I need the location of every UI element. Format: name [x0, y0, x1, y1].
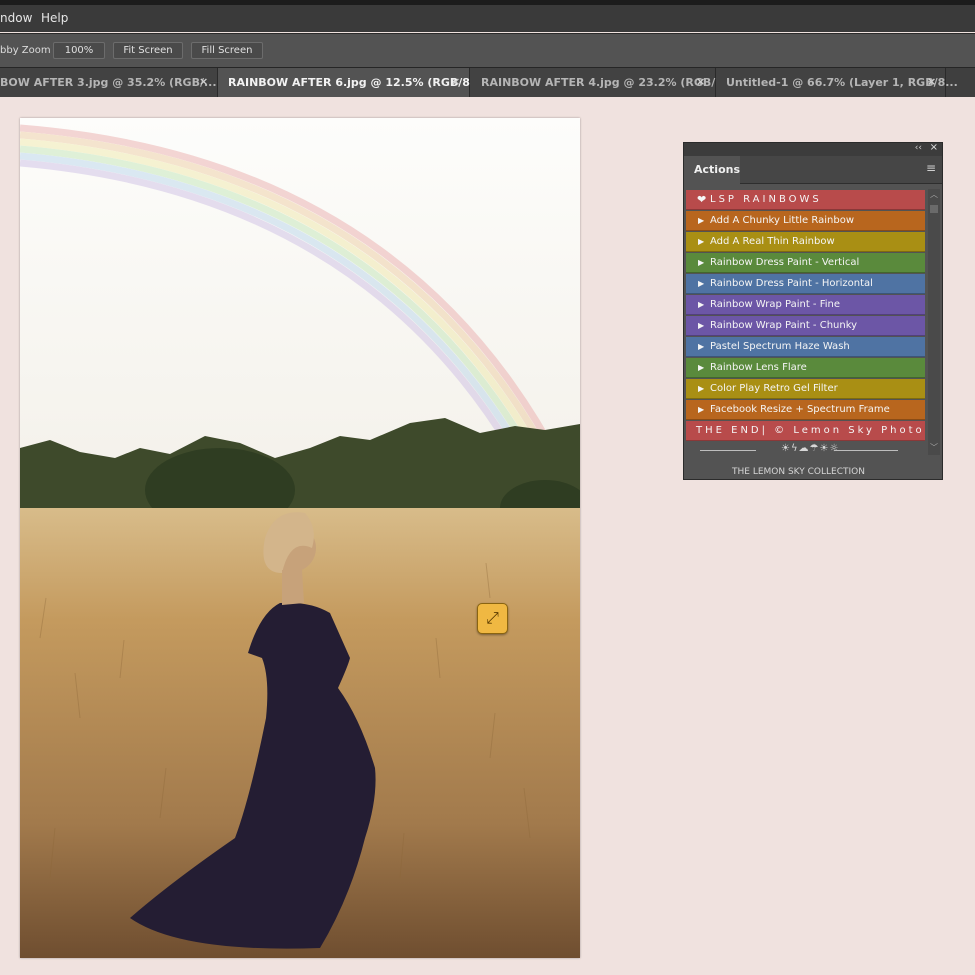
scroll-up-icon[interactable]: ︿: [930, 189, 938, 200]
tab-title: RAINBOW AFTER 6.jpg @ 12.5% (RGB/8*): [228, 76, 481, 89]
close-icon[interactable]: ×: [451, 75, 460, 88]
panel-menu-icon[interactable]: ≡: [926, 162, 936, 174]
action-label: Add A Real Thin Rainbow: [710, 236, 835, 247]
collapse-icon[interactable]: ‹‹: [915, 143, 922, 153]
play-icon: ▶: [698, 300, 705, 309]
action-item[interactable]: ▶ Rainbow Wrap Paint - Fine: [686, 295, 925, 315]
play-icon: ▶: [698, 363, 705, 372]
weather-symbols: ☀ϟ☁☂☀☼: [781, 443, 840, 454]
tab-actions[interactable]: Actions: [684, 156, 740, 184]
tab-rainbow-after-3[interactable]: BOW AFTER 3.jpg @ 35.2% (RGB/... ×: [0, 68, 218, 97]
play-icon: ▶: [698, 321, 705, 330]
tab-title: RAINBOW AFTER 4.jpg @ 23.2% (RGB/...: [481, 76, 728, 89]
close-icon[interactable]: ×: [199, 75, 208, 88]
play-icon: ▶: [698, 405, 705, 414]
expand-arrows-icon[interactable]: ⤢: [477, 603, 508, 634]
document-canvas[interactable]: ⤢: [20, 118, 580, 958]
play-icon: ▶: [698, 258, 705, 267]
action-set-header[interactable]: ❤ LSP RAINBOWS: [686, 190, 925, 210]
document-tab-bar: BOW AFTER 3.jpg @ 35.2% (RGB/... × RAINB…: [0, 67, 975, 97]
action-label: Pastel Spectrum Haze Wash: [710, 341, 850, 352]
scroll-thumb[interactable]: [930, 205, 938, 213]
menu-window[interactable]: ndow: [0, 11, 32, 25]
panel-tab-strip: Actions ≡: [684, 156, 942, 184]
action-item[interactable]: ▶ Rainbow Dress Paint - Vertical: [686, 253, 925, 273]
action-label: Color Play Retro Gel Filter: [710, 383, 838, 394]
close-icon[interactable]: ×: [930, 143, 938, 153]
action-item[interactable]: ▶ Color Play Retro Gel Filter: [686, 379, 925, 399]
action-item[interactable]: ▶ Rainbow Wrap Paint - Chunky: [686, 316, 925, 336]
divider-line: [700, 450, 756, 451]
action-label: Rainbow Lens Flare: [710, 362, 807, 373]
action-label: LSP RAINBOWS: [710, 194, 822, 205]
tab-title: Untitled-1 @ 66.7% (Layer 1, RGB/8...: [726, 76, 958, 89]
zoom-100-button[interactable]: 100%: [53, 42, 105, 59]
play-icon: ▶: [698, 279, 705, 288]
divider-line: [834, 450, 898, 451]
action-label: THE END| © Lemon Sky Photography ...: [696, 425, 925, 436]
options-bar: bby Zoom 100% Fit Screen Fill Screen: [0, 33, 975, 67]
action-item[interactable]: ▶ Add A Chunky Little Rainbow: [686, 211, 925, 231]
scroll-down-icon[interactable]: ﹀: [930, 442, 938, 453]
divider-row: ☀ϟ☁☂☀☼: [686, 442, 925, 460]
play-icon: ▶: [698, 216, 705, 225]
action-label: Facebook Resize + Spectrum Frame: [710, 404, 890, 415]
tab-title: BOW AFTER 3.jpg @ 35.2% (RGB/...: [0, 76, 217, 89]
action-set-header[interactable]: THE END| © Lemon Sky Photography ...: [686, 421, 925, 441]
action-label: Rainbow Wrap Paint - Chunky: [710, 320, 858, 331]
photo-artwork: [20, 118, 580, 958]
menu-help[interactable]: Help: [41, 11, 68, 25]
heart-icon: ❤: [697, 193, 707, 206]
menu-bar: ndow Help: [0, 5, 975, 32]
scrubby-zoom-label[interactable]: bby Zoom: [0, 45, 51, 56]
fit-screen-button[interactable]: Fit Screen: [113, 42, 183, 59]
action-label: Rainbow Wrap Paint - Fine: [710, 299, 841, 310]
action-label: Rainbow Dress Paint - Vertical: [710, 257, 860, 268]
play-icon: ▶: [698, 342, 705, 351]
close-icon[interactable]: ×: [927, 75, 936, 88]
actions-panel: ‹‹ × Actions ≡ ❤ LSP RAINBOWS ▶ Add A Chunk…: [683, 142, 943, 480]
panel-scrollbar[interactable]: ︿ ﹀: [928, 189, 940, 455]
tab-rainbow-after-4[interactable]: RAINBOW AFTER 4.jpg @ 23.2% (RGB/... ×: [470, 68, 728, 97]
action-item[interactable]: ▶ Rainbow Lens Flare: [686, 358, 925, 378]
close-icon[interactable]: ×: [696, 75, 705, 88]
tab-untitled-1[interactable]: Untitled-1 @ 66.7% (Layer 1, RGB/8... ×: [716, 68, 958, 97]
action-item[interactable]: ▶ Facebook Resize + Spectrum Frame: [686, 400, 925, 420]
collection-label: THE LEMON SKY COLLECTION: [732, 467, 865, 477]
action-item[interactable]: ▶ Pastel Spectrum Haze Wash: [686, 337, 925, 357]
fill-screen-button[interactable]: Fill Screen: [191, 42, 263, 59]
action-item[interactable]: ▶ Rainbow Dress Paint - Horizontal: [686, 274, 925, 294]
play-icon: ▶: [698, 384, 705, 393]
play-icon: ▶: [698, 237, 705, 246]
action-label: Rainbow Dress Paint - Horizontal: [710, 278, 873, 289]
tab-rainbow-after-6[interactable]: RAINBOW AFTER 6.jpg @ 12.5% (RGB/8*) ×: [218, 68, 481, 97]
action-label: Add A Chunky Little Rainbow: [710, 215, 855, 226]
panel-titlebar: ‹‹ ×: [684, 143, 942, 156]
action-item[interactable]: ▶ Add A Real Thin Rainbow: [686, 232, 925, 252]
